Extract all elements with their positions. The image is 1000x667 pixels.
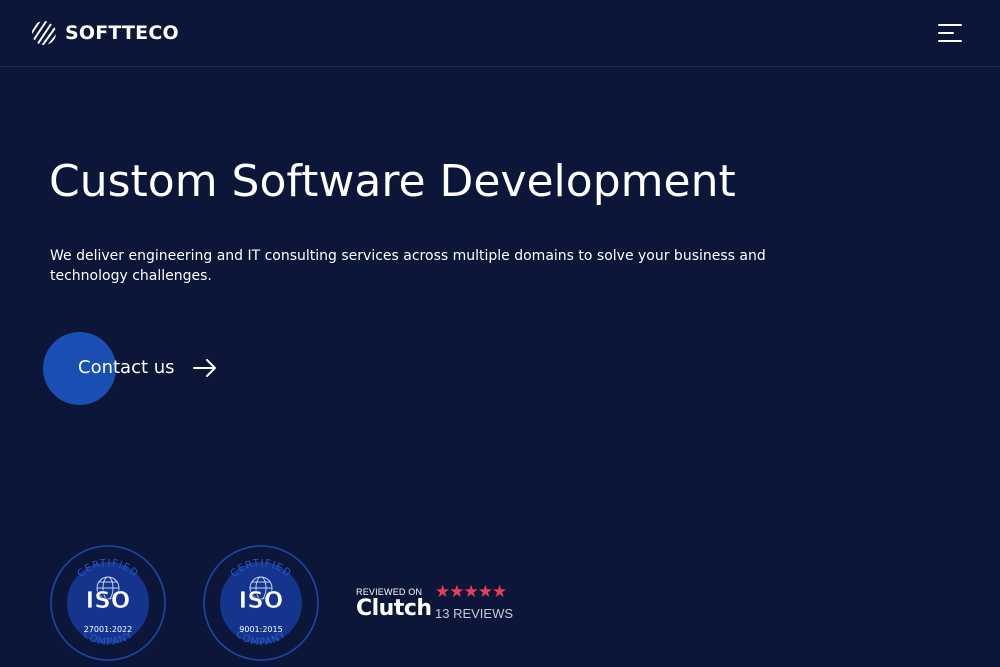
badge-iso-mark: ISO: [86, 588, 131, 614]
clutch-logo: Clutch: [356, 596, 432, 621]
badge-standard: 9001:2015: [239, 625, 282, 634]
page: SOFTTECO Custom Software Development We …: [0, 0, 1000, 667]
brand-name: SOFTTECO: [65, 22, 179, 44]
clutch-review-count: 13 REVIEWS: [435, 606, 514, 621]
clutch-reviews-badge[interactable]: REVIEWED ON Clutch ★★★★★ 13 REVIEWS: [356, 582, 516, 624]
badge-standard: 27001:2022: [84, 625, 133, 634]
iso-27001-badge: CERTIFIED COMPANY ISO 27001:2022: [49, 544, 167, 662]
arrow-right-icon: [193, 359, 216, 377]
brand-logo[interactable]: SOFTTECO: [31, 20, 179, 46]
site-header: SOFTTECO: [0, 0, 1000, 67]
contact-us-label: Contact us: [78, 357, 175, 378]
iso-9001-badge: CERTIFIED COMPANY ISO 9001:2015: [202, 544, 320, 662]
softteco-logo-icon: [32, 21, 56, 45]
hamburger-menu-icon[interactable]: [936, 22, 964, 44]
hero-description: We deliver engineering and IT consulting…: [50, 248, 766, 284]
rating-stars-icon: ★★★★★: [435, 582, 507, 601]
badge-iso-mark: ISO: [239, 588, 284, 614]
page-title: Custom Software Development: [49, 156, 736, 207]
contact-us-button[interactable]: Contact us: [43, 332, 233, 405]
